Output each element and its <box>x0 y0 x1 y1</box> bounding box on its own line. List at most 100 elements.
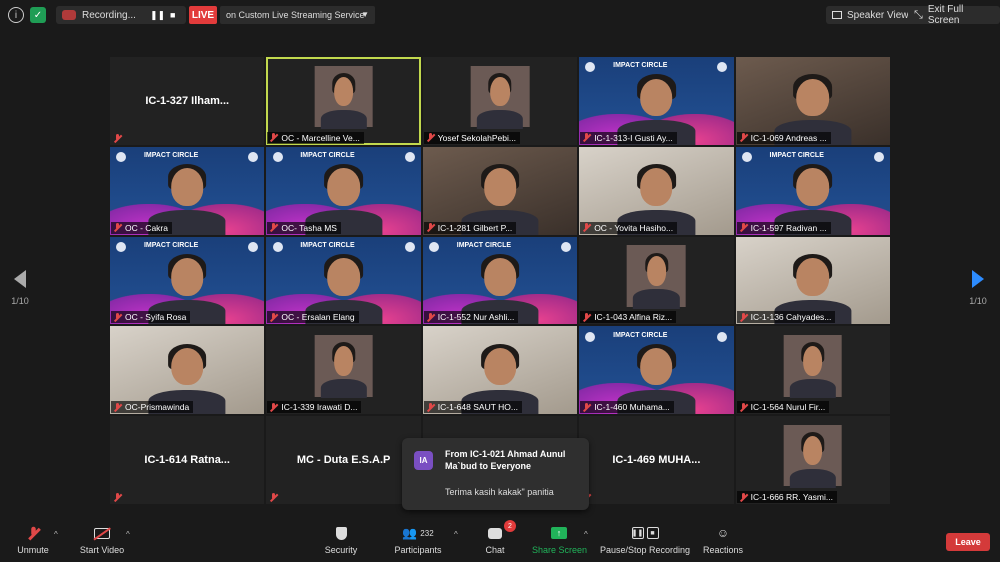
microphone-muted-icon <box>113 133 122 143</box>
banner-title: IMPACT CIRCLE <box>613 331 668 339</box>
participant-tile[interactable]: MC - Duta E.S.A.P <box>266 416 421 504</box>
exit-full-screen-label: Exit Full Screen <box>927 4 964 26</box>
participant-tile[interactable]: IC-1-339 Irawati D... <box>266 326 421 415</box>
participant-label-text: OC - Cakra <box>125 222 168 233</box>
participant-name: MC - Duta E.S.A.P <box>296 454 391 467</box>
participant-tile[interactable]: IMPACT CIRCLE OC - Ersalan Elang <box>266 236 421 325</box>
participant-tile[interactable]: IC-1-614 Ratna... <box>110 416 265 504</box>
participant-tile[interactable]: IC-1-069 Andreas ... <box>735 57 890 145</box>
participant-tile[interactable]: IC-1-648 SAUT HO... <box>422 326 578 415</box>
participant-label-text: OC - Ersalan Elang <box>281 312 355 323</box>
participant-figure <box>789 341 836 399</box>
participant-tile[interactable]: IMPACT CIRCLE OC - Syifa Rosa <box>110 236 265 325</box>
microphone-muted-icon <box>582 223 591 232</box>
banner-title: IMPACT CIRCLE <box>456 241 512 249</box>
stop-icon: ■ <box>646 527 659 539</box>
share-screen-label: Share Screen <box>532 545 588 555</box>
participant-tile[interactable]: IC-1-564 Nurul Fir... <box>735 326 890 415</box>
participant-label: IC-1-460 Muhama... <box>580 401 674 414</box>
participant-label: Yosef SekolahPebi... <box>423 131 520 144</box>
unmute-button[interactable]: Unmute <box>12 524 54 555</box>
gallery-grid: IC-1-327 Ilham... OC - Marcelline Ve... Yo… <box>110 57 890 504</box>
participant-tile[interactable]: IMPACT CIRCLE IC-1-597 Radivan ... <box>735 146 890 235</box>
exit-full-screen-button[interactable]: ⤡ Exit Full Screen <box>908 4 1000 26</box>
audio-options-chevron-icon[interactable]: ^ <box>54 530 58 539</box>
participant-tile[interactable]: IMPACT CIRCLE IC-1-313-I Gusti Ay... <box>579 57 734 145</box>
leave-button[interactable]: Leave <box>946 533 990 551</box>
participant-tile[interactable]: IMPACT CIRCLE IC-1-460 Muhama... <box>579 326 734 415</box>
participant-figure <box>320 341 367 399</box>
video-options-chevron-icon[interactable]: ^ <box>126 530 130 539</box>
zoom-meeting-window: i ✓ Recording... ❚❚ ■ LIVE on Custom Liv… <box>0 0 1000 562</box>
live-streaming-service-dropdown[interactable]: on Custom Live Streaming Service ▼ <box>220 6 375 24</box>
pause-recording-icon[interactable]: ❚❚ <box>150 10 165 21</box>
page-indicator-right: 1/10 <box>969 296 987 306</box>
participant-label-text: OC - Syifa Rosa <box>125 312 187 323</box>
previous-page-control[interactable]: 1/10 <box>0 270 40 306</box>
participant-tile[interactable]: IC-1-469 MUHA... <box>579 416 734 504</box>
participant-tile[interactable]: IMPACT CIRCLE OC- Tasha MS <box>266 146 421 235</box>
security-button[interactable]: Security <box>322 524 360 555</box>
participant-name: IC-1-469 MUHA... <box>612 454 701 467</box>
participant-tile[interactable]: OC - Yovita Hasiho... <box>579 146 734 235</box>
speaker-view-icon <box>832 11 842 19</box>
microphone-muted-icon <box>739 402 748 412</box>
chat-notification[interactable]: IA From IC-1-021 Ahmad Aunul Ma`bud to E… <box>402 438 589 510</box>
smiley-icon: ☺ <box>716 526 730 540</box>
arrow-left-icon[interactable] <box>14 270 26 288</box>
microphone-muted-icon <box>113 223 122 232</box>
start-video-button[interactable]: Start Video <box>78 524 126 555</box>
speaker-view-button[interactable]: Speaker View <box>826 6 915 24</box>
participant-tile[interactable]: IC-1-043 Alfina Riz... <box>579 236 734 325</box>
participant-label: OC - Marcelline Ve... <box>267 131 364 144</box>
participant-tile[interactable]: IC-1-666 RR. Yasmi... <box>735 416 890 504</box>
participant-label-text: IC-1-069 Andreas ... <box>750 132 827 143</box>
participant-label: IC-1-069 Andreas ... <box>736 131 831 144</box>
shield-icon[interactable]: ✓ <box>30 7 46 23</box>
microphone-muted-icon <box>426 133 435 142</box>
participant-tile[interactable]: OC-Prismawinda <box>110 326 265 415</box>
info-icon[interactable]: i <box>8 7 24 23</box>
reactions-button[interactable]: ☺ Reactions <box>702 524 744 555</box>
participant-label-text: OC - Yovita Hasiho... <box>594 222 674 233</box>
participant-tile[interactable]: IC-1-136 Cahyades... <box>735 236 890 325</box>
participant-tile[interactable]: IMPACT CIRCLE OC - Cakra <box>110 146 265 235</box>
participant-tile[interactable]: IC-1-281 Gilbert P... <box>422 146 578 235</box>
participant-label-text: IC-1-313-I Gusti Ay... <box>594 132 673 143</box>
recording-label: Recording... <box>82 9 136 21</box>
participant-figure <box>320 72 367 129</box>
microphone-muted-icon <box>269 312 278 322</box>
chat-button[interactable]: 2 Chat <box>482 520 516 555</box>
stop-recording-icon[interactable]: ■ <box>170 10 175 20</box>
start-video-label: Start Video <box>79 545 125 555</box>
participant-label: IC-1-648 SAUT HO... <box>423 401 522 414</box>
participants-options-chevron-icon[interactable]: ^ <box>454 530 458 539</box>
microphone-muted-icon <box>739 223 748 232</box>
participant-tile[interactable]: IMPACT CIRCLE IC-1-552 Nur Ashli... <box>422 236 578 325</box>
participant-label: IC-1-339 Irawati D... <box>267 401 362 414</box>
participant-tile[interactable]: IC-1-327 Ilham... <box>110 57 265 145</box>
participants-button[interactable]: 👥 232 Participants <box>392 524 444 555</box>
participant-label <box>267 492 282 503</box>
microphone-muted-icon <box>582 312 591 322</box>
unmute-label: Unmute <box>17 545 49 555</box>
banner-title: IMPACT CIRCLE <box>769 152 824 160</box>
participant-label: OC- Tasha MS <box>267 221 341 234</box>
share-screen-button[interactable]: ↑ Share Screen <box>532 524 588 555</box>
participant-label-text: IC-1-552 Nur Ashli... <box>437 312 515 323</box>
live-service-label: on Custom Live Streaming Service <box>226 10 365 20</box>
exit-full-screen-icon: ⤡ <box>914 8 923 21</box>
pause-recording-label: Pause/Stop Recording <box>600 545 691 555</box>
arrow-right-icon[interactable] <box>972 270 984 288</box>
participant-label: OC - Yovita Hasiho... <box>580 221 678 234</box>
share-screen-icon: ↑ <box>551 527 567 539</box>
participant-tile[interactable]: Yosef SekolahPebi... <box>422 57 578 145</box>
participants-label: Participants <box>394 545 442 555</box>
participant-tile[interactable]: OC - Marcelline Ve... <box>266 57 421 145</box>
pause-stop-recording-button[interactable]: ❚❚ ■ Pause/Stop Recording <box>600 524 690 555</box>
participant-label: IC-1-281 Gilbert P... <box>423 221 517 234</box>
participant-figure <box>633 252 680 309</box>
microphone-muted-icon <box>739 133 748 142</box>
share-options-chevron-icon[interactable]: ^ <box>584 530 588 539</box>
next-page-control[interactable]: 1/10 <box>958 270 998 306</box>
